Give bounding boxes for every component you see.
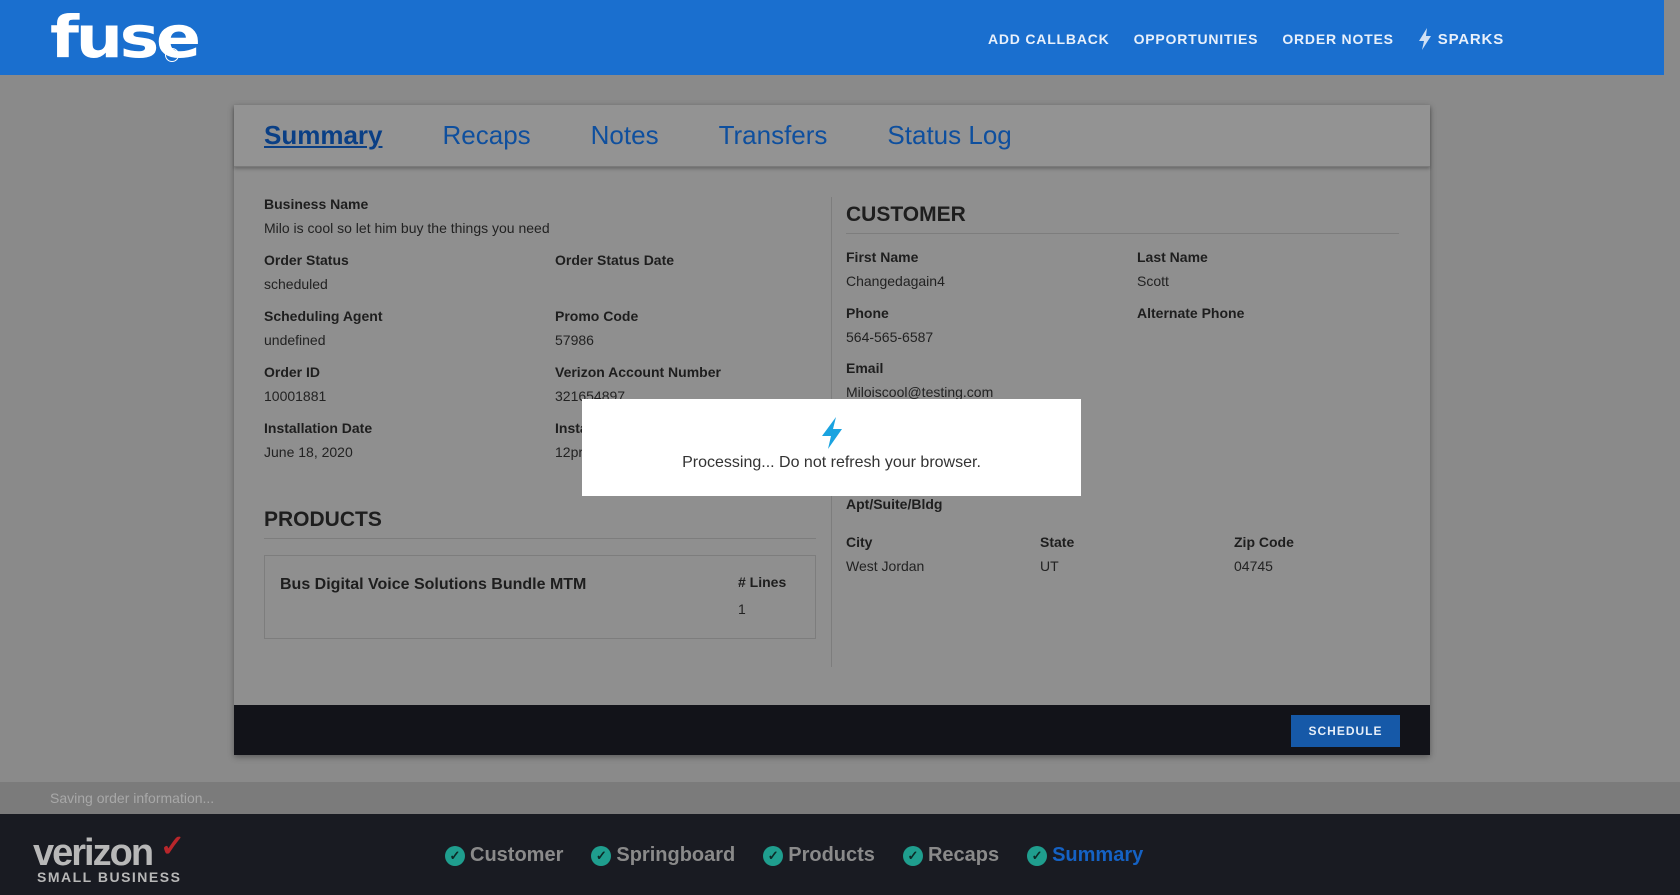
- tab-summary[interactable]: Summary: [264, 120, 383, 151]
- check-circle-icon: ✓: [445, 845, 465, 866]
- step-products[interactable]: ✓ Products: [763, 844, 875, 867]
- step-label: Customer: [470, 844, 564, 866]
- verizon-check-icon: ✓: [160, 830, 186, 863]
- lines-label: # Lines: [738, 574, 787, 590]
- step-customer[interactable]: ✓ Customer: [445, 844, 563, 867]
- last-name-value: Scott: [1137, 273, 1169, 289]
- products-divider: [264, 538, 816, 539]
- saving-status-bar: Saving order information...: [0, 782, 1680, 814]
- order-status-date-field: Order Status Date: [555, 252, 674, 276]
- phone-field: Phone 564-565-6587: [846, 305, 933, 345]
- email-label: Email: [846, 360, 884, 376]
- step-label: Springboard: [616, 844, 736, 866]
- promo-code-label: Promo Code: [555, 308, 639, 324]
- alt-phone-field: Alternate Phone: [1137, 305, 1244, 329]
- alt-phone-label: Alternate Phone: [1137, 305, 1245, 321]
- promo-code-value: 57986: [555, 332, 594, 348]
- city-value: West Jordan: [846, 558, 925, 574]
- tab-transfers[interactable]: Transfers: [719, 120, 828, 151]
- small-business-label: SMALL BUSINESS: [37, 869, 182, 885]
- scheduling-agent-label: Scheduling Agent: [264, 308, 383, 324]
- tab-notes[interactable]: Notes: [591, 120, 659, 151]
- first-name-label: First Name: [846, 249, 919, 265]
- step-label: Products: [788, 844, 875, 866]
- order-id-value: 10001881: [264, 388, 327, 404]
- last-name-label: Last Name: [1137, 249, 1208, 265]
- first-name-value: Changedagain4: [846, 273, 945, 289]
- top-nav: ADD CALLBACK OPPORTUNITIES ORDER NOTES S…: [988, 28, 1504, 50]
- scheduling-agent-value: undefined: [264, 332, 326, 348]
- business-name-field: Business Name Milo is cool so let him bu…: [264, 196, 550, 236]
- order-status-field: Order Status scheduled: [264, 252, 349, 292]
- zip-value: 04745: [1234, 558, 1273, 574]
- email-value: Miloiscool@testing.com: [846, 384, 994, 400]
- scheduling-agent-field: Scheduling Agent undefined: [264, 308, 382, 348]
- step-label: Summary: [1052, 844, 1144, 866]
- tab-status-log[interactable]: Status Log: [887, 120, 1011, 151]
- zip-field: Zip Code 04745: [1234, 534, 1294, 574]
- lines-value: 1: [738, 601, 746, 617]
- order-status-label: Order Status: [264, 252, 349, 268]
- step-label: Recaps: [927, 844, 1000, 866]
- order-id-field: Order ID 10001881: [264, 364, 326, 404]
- nav-add-callback[interactable]: ADD CALLBACK: [988, 31, 1110, 47]
- customer-divider: [846, 233, 1399, 234]
- nav-sparks[interactable]: SPARKS: [1418, 28, 1504, 50]
- zip-label: Zip Code: [1234, 534, 1294, 550]
- step-springboard[interactable]: ✓ Springboard: [591, 844, 735, 867]
- order-status-date-label: Order Status Date: [555, 252, 675, 268]
- installation-date-field: Installation Date June 18, 2020: [264, 420, 372, 460]
- schedule-button[interactable]: SCHEDULE: [1291, 715, 1400, 747]
- bolt-icon: [1418, 28, 1431, 50]
- first-name-field: First Name Changedagain4: [846, 249, 945, 289]
- card-footer: SCHEDULE: [234, 705, 1430, 755]
- check-circle-icon: ✓: [1027, 845, 1048, 866]
- apt-field: Apt/Suite/Bldg: [846, 496, 942, 520]
- products-title: PRODUCTS: [264, 508, 382, 531]
- step-list: ✓ Customer ✓ Springboard ✓ Products ✓ Re…: [445, 844, 1171, 867]
- state-field: State UT: [1040, 534, 1074, 574]
- business-name-value: Milo is cool so let him buy the things y…: [264, 220, 550, 236]
- sparks-label: SPARKS: [1437, 30, 1504, 48]
- nav-opportunities[interactable]: OPPORTUNITIES: [1134, 31, 1259, 47]
- last-name-field: Last Name Scott: [1137, 249, 1208, 289]
- check-circle-icon: ✓: [902, 845, 923, 866]
- verizon-account-label: Verizon Account Number: [555, 364, 721, 380]
- bottom-step-nav: verizon ✓ SMALL BUSINESS ✓ Customer ✓ Sp…: [0, 814, 1680, 895]
- check-circle-icon: ✓: [591, 845, 612, 866]
- verizon-logo: verizon: [33, 832, 154, 874]
- tab-recaps[interactable]: Recaps: [443, 120, 531, 151]
- installation-date-value: June 18, 2020: [264, 444, 353, 460]
- email-field: Email Miloiscool@testing.com: [846, 360, 993, 400]
- phone-value: 564-565-6587: [846, 329, 934, 345]
- product-item: Bus Digital Voice Solutions Bundle MTM #…: [264, 555, 816, 639]
- state-value: UT: [1040, 558, 1059, 574]
- business-name-label: Business Name: [264, 196, 369, 212]
- processing-modal: Processing... Do not refresh your browse…: [582, 399, 1081, 496]
- tab-bar: Summary Recaps Notes Transfers Status Lo…: [234, 105, 1430, 167]
- step-recaps[interactable]: ✓ Recaps: [902, 844, 1000, 867]
- step-summary[interactable]: ✓ Summary: [1027, 844, 1143, 867]
- nav-order-notes[interactable]: ORDER NOTES: [1282, 31, 1393, 47]
- phone-label: Phone: [846, 305, 889, 321]
- apt-label: Apt/Suite/Bldg: [846, 496, 943, 512]
- top-header: fuse ? ADD CALLBACK OPPORTUNITIES ORDER …: [0, 0, 1664, 75]
- processing-message: Processing... Do not refresh your browse…: [682, 454, 981, 471]
- city-label: City: [846, 534, 873, 550]
- verizon-account-field: Verizon Account Number 321654897: [555, 364, 721, 404]
- check-circle-icon: ✓: [763, 845, 784, 866]
- product-name: Bus Digital Voice Solutions Bundle MTM: [280, 576, 587, 593]
- order-status-value: scheduled: [264, 276, 328, 292]
- promo-code-field: Promo Code 57986: [555, 308, 638, 348]
- city-field: City West Jordan: [846, 534, 924, 574]
- installation-date-label: Installation Date: [264, 420, 373, 436]
- help-icon[interactable]: ?: [165, 48, 179, 62]
- saving-status-text: Saving order information...: [50, 790, 215, 806]
- state-label: State: [1040, 534, 1075, 550]
- bolt-icon: [822, 417, 842, 449]
- customer-title: CUSTOMER: [846, 203, 966, 226]
- order-id-label: Order ID: [264, 364, 321, 380]
